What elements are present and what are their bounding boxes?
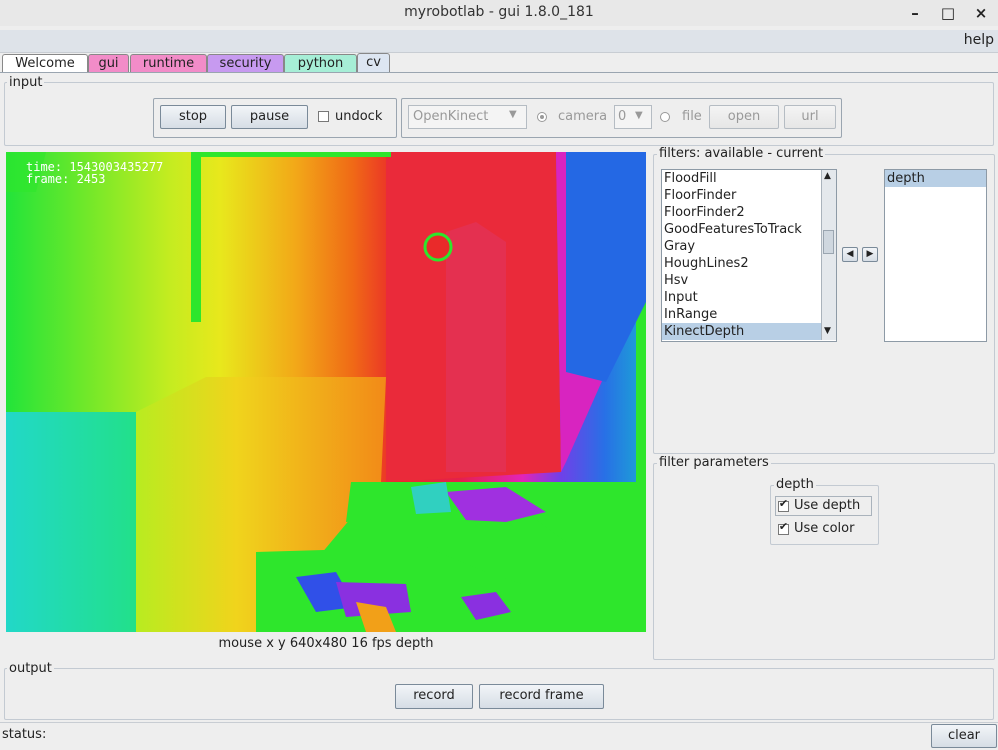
list-item[interactable]: GoodFeaturesToTrack [662,221,836,238]
camera-index-value: 0 [618,109,627,124]
list-item[interactable]: Gray [662,238,836,255]
list-item[interactable]: FloorFinder [662,187,836,204]
input-legend: input [7,75,45,90]
record-frame-button[interactable]: record frame [479,684,604,709]
list-item[interactable]: HoughLines2 [662,255,836,272]
frame-overlay: frame: 2453 [26,172,105,186]
list-item[interactable]: FloodFill [662,170,836,187]
tab-welcome[interactable]: Welcome [2,54,88,72]
check-icon: ✔ [778,497,789,510]
scroll-thumb[interactable] [823,230,834,254]
list-item[interactable]: InRange [662,306,836,323]
clear-button[interactable]: clear [931,724,997,748]
tab-divider [0,72,998,73]
tab-security[interactable]: security [207,54,284,72]
window-title: myrobotlab - gui 1.8.0_181 [404,4,594,20]
list-item[interactable]: FloorFinder2 [662,204,836,221]
list-item-selected[interactable]: depth [885,170,986,187]
undock-label: undock [335,109,383,124]
list-item-selected[interactable]: KinectDepth [662,323,836,340]
video-display[interactable]: time: 1543003435277 frame: 2453 [6,152,646,632]
record-button[interactable]: record [395,684,473,709]
available-scrollbar[interactable]: ▲ ▼ [821,170,836,340]
grabber-select[interactable]: OpenKinect ▼ [408,105,527,129]
filter-parameters-legend: filter parameters [657,455,771,470]
depth-image: time: 1543003435277 frame: 2453 [6,152,646,632]
video-status: mouse x y 640x480 16 fps depth [218,636,434,651]
remove-filter-icon[interactable]: ◀ [842,247,858,262]
grabber-value: OpenKinect [413,109,489,124]
tab-runtime[interactable]: runtime [130,54,207,72]
file-radio[interactable] [660,112,670,122]
camera-label: camera [558,109,608,124]
filters-legend: filters: available - current [657,146,826,161]
check-icon: ✔ [778,520,789,533]
help-menu[interactable]: help [964,32,994,48]
current-filters-list[interactable]: depth [884,169,987,342]
title-bar: myrobotlab - gui 1.8.0_181 – □ × [0,0,998,26]
scroll-up-icon[interactable]: ▲ [824,171,831,181]
open-button[interactable]: open [709,105,779,129]
camera-index-select[interactable]: 0 ▼ [614,105,652,129]
available-filters-list[interactable]: FloodFill FloorFinder FloorFinder2 GoodF… [661,169,837,342]
file-label: file [682,109,702,124]
use-color-label: Use color [794,521,855,536]
undock-checkbox[interactable] [318,111,329,122]
depth-group-legend: depth [774,477,816,492]
list-item[interactable]: Input [662,289,836,306]
minimize-icon[interactable]: – [904,2,926,24]
add-filter-icon[interactable]: ▶ [862,247,878,262]
scroll-down-icon[interactable]: ▼ [824,326,831,336]
tab-cv[interactable]: cv [357,53,390,73]
menu-bar: help [0,30,998,53]
pause-button[interactable]: pause [231,105,308,129]
list-item[interactable]: Hsv [662,272,836,289]
tab-python[interactable]: python [284,54,357,72]
chevron-down-icon: ▼ [635,110,643,121]
tab-gui[interactable]: gui [88,54,129,72]
status-bar: status: clear [0,722,998,750]
url-button[interactable]: url [784,105,836,129]
close-icon[interactable]: × [970,2,992,24]
chevron-down-icon: ▼ [509,109,517,120]
use-depth-label: Use depth [794,498,861,513]
status-label: status: [2,727,47,742]
maximize-icon[interactable]: □ [937,2,959,24]
output-legend: output [7,661,54,676]
radio-dot [540,115,544,119]
stop-button[interactable]: stop [160,105,226,129]
